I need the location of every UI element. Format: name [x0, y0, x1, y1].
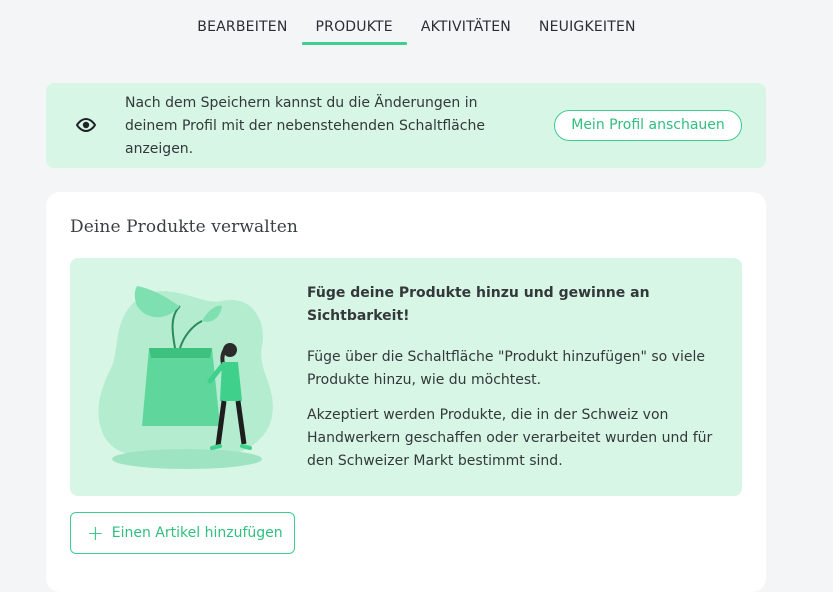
add-article-button[interactable]: + Einen Artikel hinzufügen	[70, 512, 295, 554]
tab-neuigkeiten[interactable]: NEUIGKEITEN	[539, 0, 636, 42]
promo-text: Füge deine Produkte hinzu und gewinne an…	[307, 282, 727, 485]
products-card: Deine Produkte verwalten Füge deine Prod…	[46, 192, 766, 592]
promo-box: Füge deine Produkte hinzu und gewinne an…	[70, 258, 742, 496]
plus-icon: +	[87, 521, 104, 545]
add-article-label: Einen Artikel hinzufügen	[111, 524, 283, 541]
card-title: Deine Produkte verwalten	[70, 217, 298, 237]
tab-produkte[interactable]: PRODUKTE	[301, 0, 408, 45]
plant-illustration	[98, 286, 273, 469]
eye-icon	[75, 117, 97, 133]
profile-tabs: BEARBEITEN PRODUKTE AKTIVITÄTEN NEUIGKEI…	[0, 0, 833, 48]
view-profile-button[interactable]: Mein Profil anschauen	[554, 110, 742, 141]
promo-paragraph: Akzeptiert werden Produkte, die in der S…	[307, 407, 713, 469]
tab-aktivitaeten[interactable]: AKTIVITÄTEN	[421, 0, 511, 42]
tab-bearbeiten[interactable]: BEARBEITEN	[197, 0, 287, 42]
info-banner-text: Nach dem Speichern kannst du die Änderun…	[125, 95, 485, 157]
promo-heading: Füge deine Produkte hinzu und gewinne an…	[307, 285, 650, 324]
promo-paragraph: Füge über die Schaltfläche "Produkt hinz…	[307, 349, 705, 388]
info-banner: Nach dem Speichern kannst du die Änderun…	[46, 83, 766, 168]
